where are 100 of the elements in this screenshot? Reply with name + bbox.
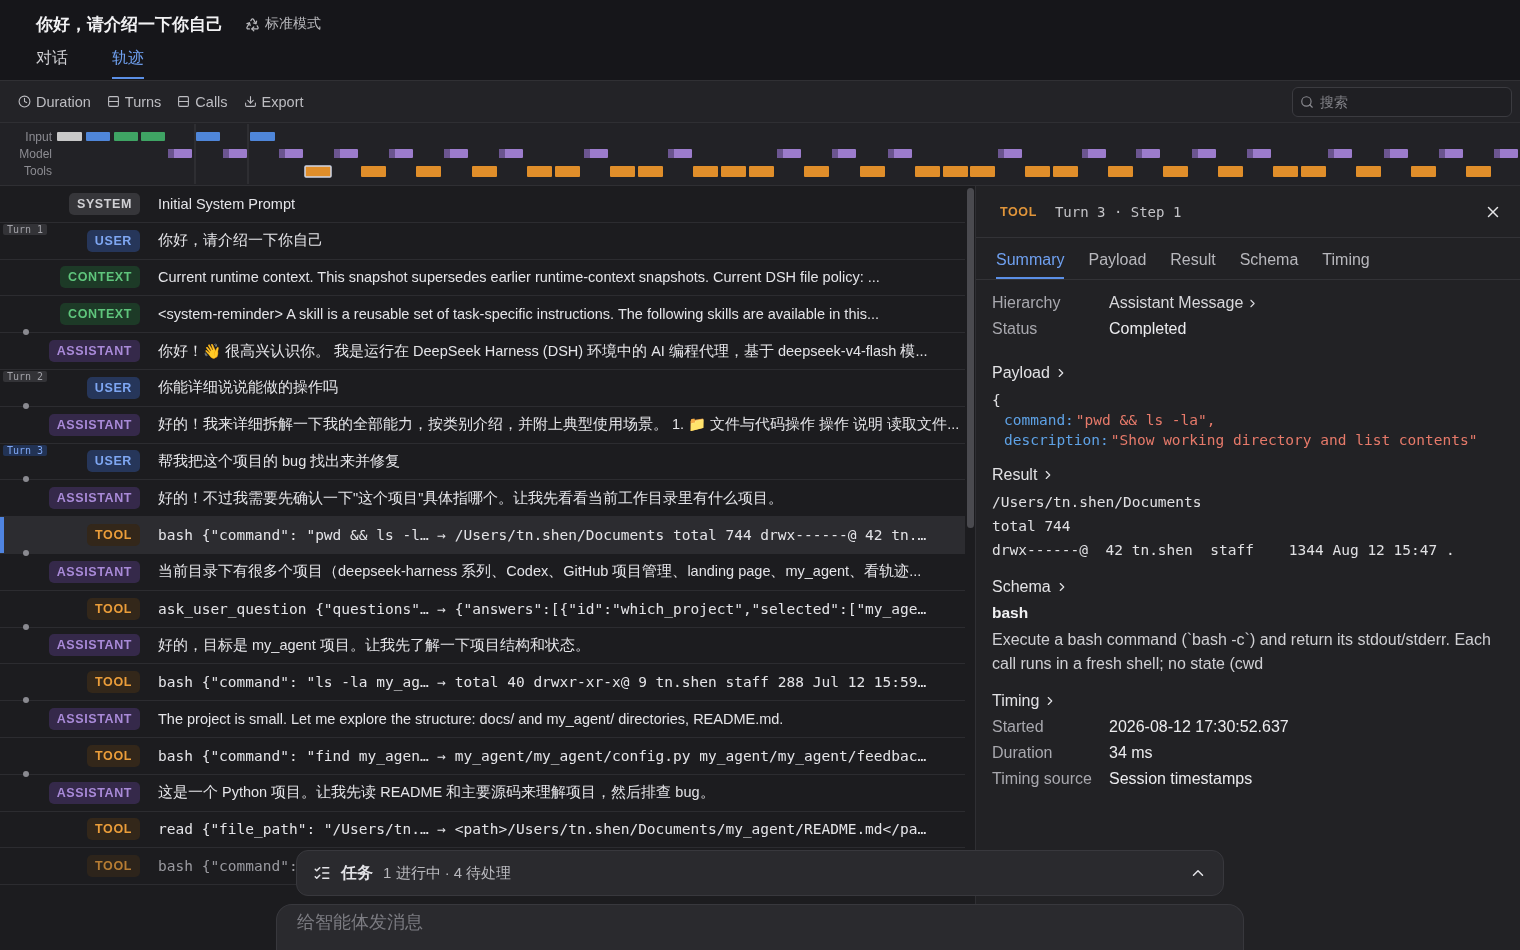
field-label: Started — [992, 718, 1045, 736]
field-value: Session timestamps — [1109, 770, 1254, 788]
trace-row[interactable]: TOOL read {"file_path": "/Users/tn.… → <path>/Users/tn.shen/Documents/my_agent/README.md</pa… — [0, 811, 965, 849]
trace-row[interactable]: Turn 1 USER 你好，请介绍一下你自己 — [0, 222, 965, 260]
row-text: 好的！不过我需要先确认一下"这个项目"具体指哪个。让我先看看当前工作目录里有什么项目。 — [158, 488, 784, 508]
schema-description: Execute a bash command (`bash -c`) and return its stdout/stderr. Each call runs in a fresh shell; no state (cwd — [992, 630, 1492, 674]
scrollbar-thumb[interactable] — [966, 188, 974, 528]
trace-row[interactable]: ASSISTANT 好的！我来详细拆解一下我的全部能力，按类别介绍，并附上典型使用场景。 1. 📁 文件与代码操作 操作 说明 读取文件... — [0, 406, 965, 444]
step-dot-icon — [23, 402, 29, 409]
timeline-drawing[interactable] — [56, 123, 1520, 185]
detail-tab[interactable]: Schema — [1239, 251, 1299, 279]
view-tab[interactable]: 对话 — [36, 48, 68, 79]
field-value: Completed — [1109, 320, 1188, 338]
turn-label: Turn 2 — [3, 371, 48, 382]
rows-icon — [106, 95, 120, 108]
detail-tab[interactable]: Payload — [1088, 251, 1147, 279]
row-text: The project is small. Let me explore the structure: docs/ and my_agent/ directories, README.md. — [158, 711, 784, 728]
view-tab[interactable]: 轨迹 — [112, 48, 144, 79]
message-input[interactable]: 给智能体发消息 — [276, 904, 1244, 950]
row-text: bash {"command": "pwd && ls -l… → /Users/tn.shen/Documents total 744 drwx------@ 42 tn.… — [158, 527, 927, 544]
role-badge: TOOL — [87, 855, 140, 878]
field-value: 34 ms — [1109, 744, 1154, 762]
step-dot-icon — [23, 697, 29, 704]
role-badge: USER — [86, 229, 140, 252]
role-badge: SYSTEM — [69, 192, 140, 215]
trace-row[interactable]: CONTEXT <system-reminder> A skill is a reusable set of task-specific instructions. The following skills are available in this... — [0, 296, 965, 334]
export-button[interactable]: Export — [243, 93, 304, 110]
field-label: Timing source — [992, 770, 1093, 788]
conversation-title: 你好，请介绍一下你自己 — [36, 13, 223, 36]
trace-row[interactable]: ASSISTANT 当前目录下有很多个项目（deepseek-harness 系列、Codex、GitHub 项目管理、landing page、my_agent、看轨迹... — [0, 553, 965, 591]
result-line: /Users/tn.shen/Documents — [992, 493, 1203, 512]
step-dot-icon — [23, 623, 29, 630]
role-badge: ASSISTANT — [48, 487, 140, 510]
trace-row[interactable]: Turn 3 USER 帮我把这个项目的 bug 找出来并修复 — [0, 443, 965, 481]
role-badge: TOOL — [87, 524, 140, 547]
detail-tab[interactable]: Timing — [1322, 251, 1370, 279]
row-text: 你能详细说说能做的操作吗 — [158, 378, 338, 398]
trace-row[interactable]: TOOL bash {"command": "ls -la my_ag… → total 40 drwxr-xr-x@ 9 tn.shen staff 288 Jul 12 15:59… — [0, 664, 965, 702]
trace-row[interactable]: TOOL bash {"command": — [0, 848, 296, 886]
section-header[interactable]: Payload — [992, 364, 1068, 382]
role-badge: ASSISTANT — [48, 413, 140, 436]
calls-button[interactable]: Calls — [177, 93, 228, 110]
search-field[interactable]: 搜索 — [1292, 86, 1512, 117]
code-text: { — [992, 391, 1002, 410]
role-badge: USER — [86, 376, 140, 399]
trace-row[interactable]: SYSTEM Initial System Prompt — [0, 186, 965, 223]
turn-label: Turn 1 — [3, 223, 48, 235]
role-badge: USER — [86, 450, 140, 473]
row-text: 你好！👋 很高兴认识你。 我是运行在 DeepSeek Harness (DSH) 环境中的 AI 编程代理，基于 deepseek-v4-flash 模... — [158, 341, 928, 361]
tasks-bar[interactable]: 任务 1 进行中 · 4 待处理 — [296, 850, 1224, 896]
step-dot-icon — [23, 770, 29, 777]
turns-button[interactable]: Turns — [106, 93, 162, 110]
step-dot-icon — [23, 329, 29, 336]
field-label: Duration — [992, 744, 1054, 762]
mode-label[interactable]: 标准模式 — [245, 15, 321, 33]
section-header[interactable]: Result — [992, 466, 1056, 484]
hierarchy-link[interactable]: Assistant Message — [1109, 294, 1260, 312]
result-line: total 744 — [992, 517, 1072, 536]
row-text: ask_user_question {"questions"… → {"answers":[{"id":"which_project","selected":["my_age… — [158, 600, 927, 617]
row-text: 这是一个 Python 项目。让我先读 README 和主要源码来理解项目，然后排查 bug。 — [158, 783, 715, 803]
step-dot-icon — [23, 549, 29, 556]
role-badge: TOOL — [87, 744, 140, 767]
code-key: command: — [1004, 412, 1074, 428]
trace-row[interactable]: ASSISTANT The project is small. Let me explore the structure: docs/ and my_agent/ directories, README.md. — [0, 701, 965, 738]
recycle-icon — [245, 16, 260, 32]
trace-row[interactable]: ASSISTANT 你好！👋 很高兴认识你。 我是运行在 DeepSeek Harness (DSH) 环境中的 AI 编程代理，基于 deepseek-v4-flash 模... — [0, 333, 965, 370]
field-label: Hierarchy — [992, 294, 1062, 312]
row-text: bash {"command": "ls -la my_ag… → total 40 drwxr-xr-x@ 9 tn.shen staff 288 Jul 12 15:59… — [158, 674, 927, 691]
trace-row[interactable]: TOOL bash {"command": "pwd && ls -l… → /Users/tn.shen/Documents total 744 drwx------@ 42 tn.… — [0, 517, 965, 554]
clock-icon — [18, 95, 31, 108]
trace-row[interactable]: ASSISTANT 好的，目标是 my_agent 项目。让我先了解一下项目结构和状态。 — [0, 627, 965, 665]
row-text: 当前目录下有很多个项目（deepseek-harness 系列、Codex、GitHub 项目管理、landing page、my_agent、看轨迹... — [158, 562, 922, 582]
role-badge: ASSISTANT — [48, 560, 140, 583]
role-badge: CONTEXT — [60, 266, 140, 289]
result-line: drwx------@ 42 tn.shen staff 1344 Aug 12 15:47 . — [992, 541, 1456, 560]
step-label: Turn 3 · Step 1 — [1054, 203, 1182, 220]
trace-row[interactable]: CONTEXT Current runtime context. This snapshot supersedes earlier runtime-context snapshots. Current DSH file policy: ... — [0, 259, 965, 297]
row-text: 好的，目标是 my_agent 项目。让我先了解一下项目结构和状态。 — [158, 635, 590, 655]
duration-button[interactable]: Duration — [18, 93, 91, 110]
section-header[interactable]: Schema — [992, 578, 1069, 596]
row-text: 好的！我来详细拆解一下我的全部能力，按类别介绍，并附上典型使用场景。 1. 📁 文件与代码操作 操作 说明 读取文件... — [158, 415, 960, 435]
code-value: "Show working directory and list contents" — [1110, 432, 1478, 448]
lane-label: Tools — [24, 163, 52, 179]
lane-label: Model — [19, 146, 52, 162]
schema-name: bash — [992, 604, 1030, 622]
role-badge: ASSISTANT — [48, 708, 140, 731]
step-dot-icon — [23, 476, 29, 483]
trace-row[interactable]: TOOL bash {"command": "find my_agen… → my_agent/my_agent/config.py my_agent/my_agent/feedbac… — [0, 737, 965, 775]
detail-tab[interactable]: Summary — [996, 251, 1065, 279]
tasks-title: 任务 — [341, 862, 373, 883]
row-text: Initial System Prompt — [158, 195, 295, 212]
field-value: 2026-08-12 17:30:52.637 — [1109, 718, 1290, 736]
detail-tab[interactable]: Result — [1170, 251, 1216, 279]
trace-row[interactable]: Turn 2 USER 你能详细说说能做的操作吗 — [0, 370, 965, 407]
role-label: TOOL — [999, 203, 1038, 221]
role-badge: ASSISTANT — [48, 781, 140, 804]
trace-row[interactable]: ASSISTANT 这是一个 Python 项目。让我先读 README 和主要源码来理解项目，然后排查 bug。 — [0, 774, 965, 812]
trace-row[interactable]: TOOL ask_user_question {"questions"… → {"answers":[{"id":"which_project","selected":["my_age… — [0, 590, 965, 628]
row-text: read {"file_path": "/Users/tn.… → <path>/Users/tn.shen/Documents/my_agent/README.md</pa… — [158, 821, 927, 838]
section-header[interactable]: Timing — [992, 692, 1058, 710]
